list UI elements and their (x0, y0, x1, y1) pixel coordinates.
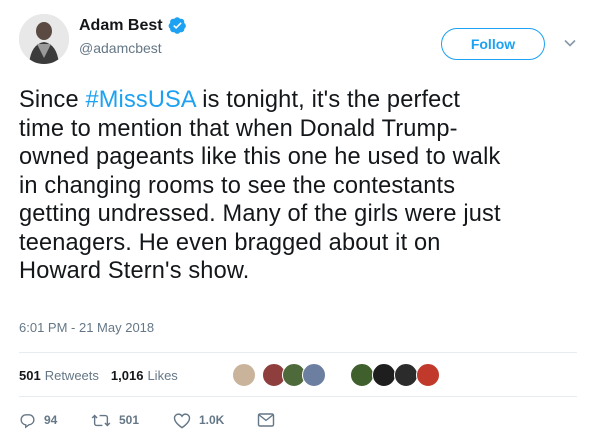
retweet-action[interactable]: 501 (91, 412, 173, 429)
divider (19, 396, 577, 397)
like-action[interactable]: 1.0K (173, 412, 257, 429)
author-display-name[interactable]: Adam Best (79, 16, 187, 35)
tweet-actions: 94 501 1.0K (19, 410, 275, 430)
likes-stat[interactable]: 1,016 Likes (111, 368, 178, 383)
retweets-stat[interactable]: 501 Retweets (19, 368, 99, 383)
tweet-stats: 501 Retweets 1,016 Likes (19, 360, 190, 390)
direct-message-icon (257, 413, 275, 427)
tweet-timestamp[interactable]: 6:01 PM - 21 May 2018 (19, 320, 154, 335)
reply-count: 94 (44, 413, 58, 427)
liker-avatar[interactable] (302, 363, 326, 387)
liker-avatar[interactable] (416, 363, 440, 387)
retweets-count: 501 (19, 367, 41, 383)
liker-avatar[interactable] (394, 363, 418, 387)
likers-avatars (232, 360, 472, 390)
reply-icon (20, 413, 35, 428)
avatar-image (19, 14, 69, 64)
liker-avatar[interactable] (232, 363, 256, 387)
divider (19, 352, 577, 353)
likes-label: Likes (147, 367, 178, 383)
chevron-down-icon[interactable] (563, 36, 577, 50)
liker-avatar[interactable] (350, 363, 374, 387)
author-avatar[interactable] (19, 14, 69, 64)
direct-message-action[interactable] (257, 412, 275, 428)
hashtag-link[interactable]: #MissUSA (85, 87, 195, 113)
author-handle[interactable]: @adamcbest (79, 40, 162, 56)
like-icon (173, 412, 191, 428)
verified-badge-icon (168, 17, 186, 34)
tweet-text-after: is tonight, it's the perfect time to men… (19, 87, 501, 284)
retweet-icon (91, 414, 111, 426)
retweet-count: 501 (119, 413, 140, 427)
retweets-label: Retweets (44, 367, 99, 383)
tweet-text-before: Since (19, 87, 86, 113)
like-count: 1.0K (199, 413, 225, 427)
tweet-text: Since #MissUSA is tonight, it's the perf… (19, 86, 584, 286)
author-name-text[interactable]: Adam Best (79, 17, 163, 35)
reply-action[interactable]: 94 (19, 412, 91, 429)
likes-count: 1,016 (110, 367, 144, 383)
follow-button[interactable]: Follow (441, 28, 545, 60)
liker-avatar[interactable] (372, 363, 396, 387)
